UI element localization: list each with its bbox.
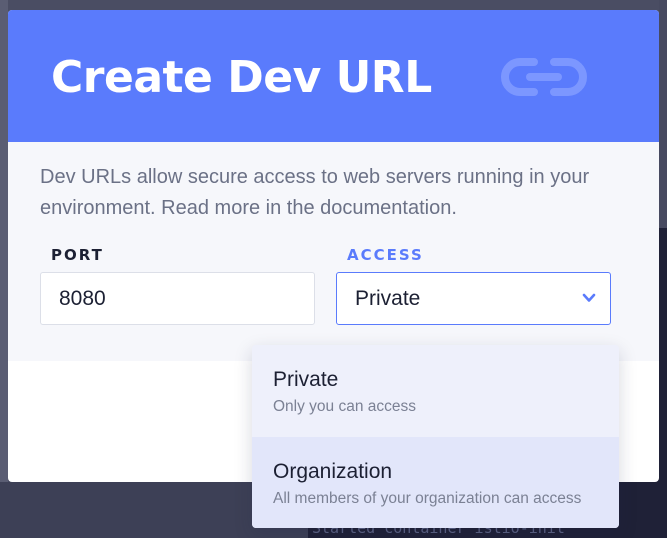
background-left-strip: [0, 0, 8, 538]
access-select[interactable]: Private: [336, 272, 611, 325]
access-option-private[interactable]: Private Only you can access: [252, 345, 619, 437]
access-dropdown-menu: Private Only you can access Organization…: [252, 345, 619, 528]
chevron-down-icon: [582, 293, 596, 302]
modal-title: Create Dev URL: [51, 52, 432, 103]
link-icon: [501, 58, 587, 96]
modal-description: Dev URLs allow secure access to web serv…: [40, 166, 590, 219]
option-subtitle: Only you can access: [273, 398, 417, 415]
access-label: ACCESS: [347, 246, 424, 264]
port-input[interactable]: [40, 272, 315, 325]
access-option-organization[interactable]: Organization All members of your organiz…: [252, 437, 619, 528]
port-label: PORT: [51, 246, 104, 264]
option-title: Organization: [273, 460, 393, 483]
option-subtitle: All members of your organization can acc…: [273, 490, 582, 507]
modal-header: Create Dev URL: [8, 10, 659, 142]
access-selected-value: Private: [355, 287, 421, 310]
option-title: Private: [273, 368, 339, 391]
